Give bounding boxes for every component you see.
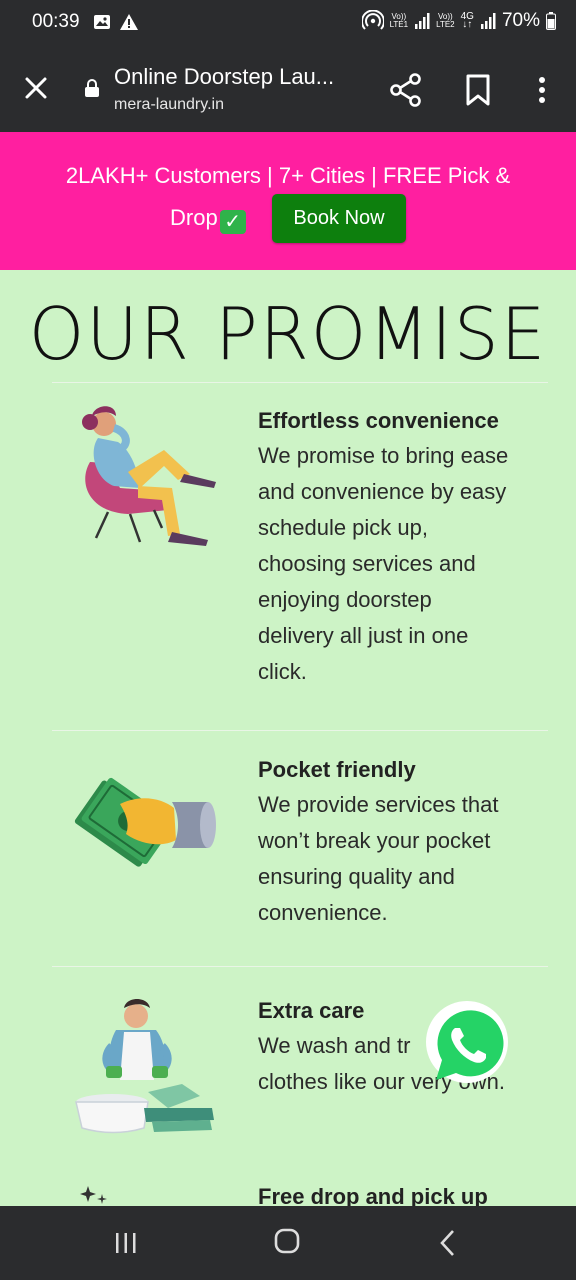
lock-icon — [85, 79, 99, 97]
relaxing-person-illustration — [82, 406, 216, 546]
battery-percent: 70% — [501, 10, 540, 31]
promo-banner: 2LAKH+ Customers | 7+ Cities | FREE Pick… — [0, 132, 576, 270]
divider — [52, 966, 548, 967]
feature-title: Extra care — [258, 998, 365, 1023]
check-icon: ✓ — [219, 210, 246, 234]
alert-icon — [120, 14, 138, 30]
back-icon[interactable] — [438, 1228, 458, 1258]
feature-description: We promise to bring ease and convenience… — [258, 443, 509, 684]
browser-toolbar: Online Doorstep Lau... mera-laundry.in — [0, 46, 576, 132]
divider — [52, 730, 548, 731]
promo-text: 2LAKH+ Customers | 7+ Cities | FREE Pick… — [65, 163, 511, 188]
section-heading: OUR PROMISE — [28, 292, 548, 376]
sparkle-icon — [80, 1186, 107, 1204]
gallery-icon — [94, 15, 110, 29]
bookmark-icon[interactable] — [460, 70, 496, 110]
share-icon[interactable] — [386, 70, 426, 110]
page-title[interactable]: Online Doorstep Lau... — [114, 64, 334, 90]
divider — [52, 382, 548, 383]
book-now-button[interactable]: Book Now — [272, 194, 406, 243]
signal-icon — [480, 13, 496, 29]
feature-title: Pocket friendly — [258, 757, 416, 782]
feature-title: Effortless convenience — [258, 408, 499, 433]
whatsapp-icon[interactable] — [422, 998, 512, 1088]
page-url[interactable]: mera-laundry.in — [114, 96, 224, 114]
home-icon[interactable] — [272, 1226, 302, 1256]
close-icon[interactable] — [18, 70, 54, 106]
battery-icon — [546, 12, 556, 30]
hand-holding-money-illustration — [74, 777, 216, 867]
feature-description: We provide services that won’t break you… — [258, 792, 499, 925]
more-options-icon[interactable] — [528, 70, 556, 110]
promo-text-drop: Drop — [170, 205, 218, 230]
status-bar: 00:39 Vo)) LTE1 Vo)) LTE2 4G ↓↑ 70% — [0, 0, 576, 46]
system-nav-bar — [0, 1206, 576, 1280]
signal-icon — [415, 13, 430, 29]
hotspot-icon — [361, 10, 384, 30]
recent-apps-icon[interactable] — [112, 1230, 140, 1256]
status-time: 00:39 — [32, 11, 80, 32]
man-washing-clothes-illustration — [75, 999, 214, 1134]
